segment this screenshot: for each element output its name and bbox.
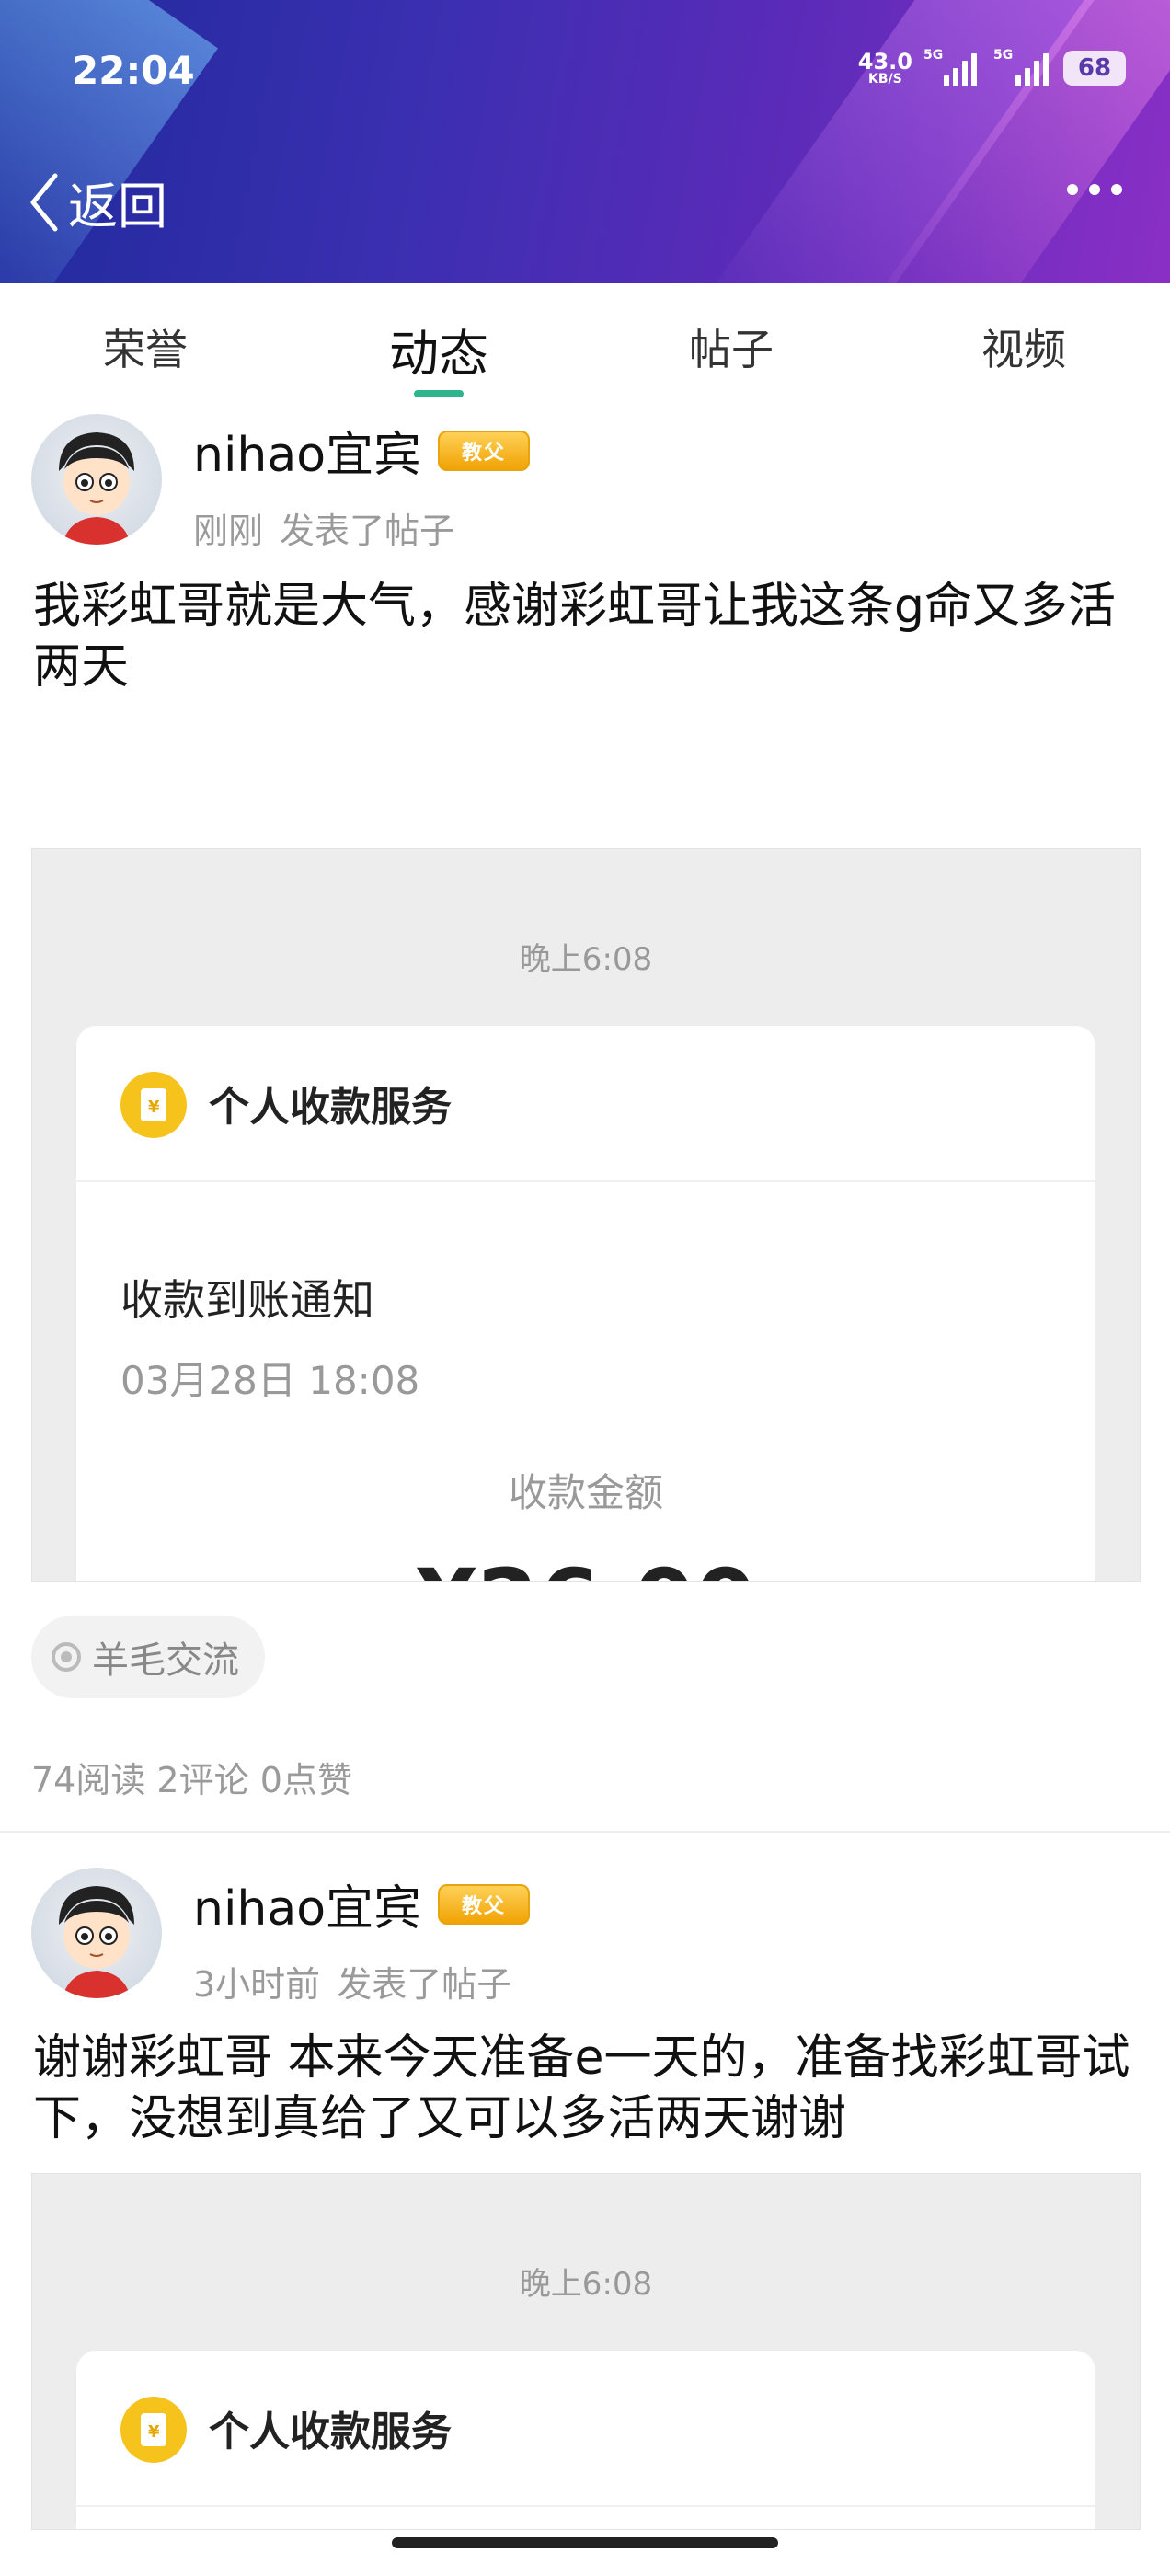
battery-icon: 68 [1063, 51, 1126, 86]
topic-icon [52, 1642, 81, 1672]
tab-posts[interactable]: 帖子 [689, 316, 774, 377]
tab-bar: 荣誉 动态 帖子 视频 [0, 283, 1170, 397]
amount-value: ¥26.00 [76, 1550, 1095, 1581]
tab-honor[interactable]: 荣誉 [103, 316, 188, 377]
signal-icon-2: 5G [992, 48, 1049, 86]
post-stats: 74阅读 2评论 0点赞 [31, 1760, 352, 1800]
status-time: 22:04 [72, 48, 195, 93]
tab-activity[interactable]: 动态 [389, 313, 488, 385]
more-dots-icon[interactable] [1067, 184, 1122, 195]
post-image[interactable]: 晚上6:08 ¥ 个人收款服务 [31, 2173, 1141, 2530]
post-image[interactable]: 晚上6:08 ¥ 个人收款服务 收款到账通知 03月28日 18:08 收款金额… [31, 848, 1141, 1582]
post-meta: 刚刚 发表了帖子 [193, 511, 455, 551]
notice-title: 收款到账通知 [120, 1275, 374, 1325]
post-meta: 3小时前 发表了帖子 [193, 1964, 512, 2005]
service-title: 个人收款服务 [209, 2409, 452, 2455]
signal-icon: 5G [923, 48, 977, 86]
status-icons: 43.0 KB/S 5G 5G 68 [857, 48, 1126, 86]
amount-label: 收款金额 [508, 1470, 663, 1515]
network-speed: 43.0 KB/S [857, 49, 912, 86]
image-time: 晚上6:08 [519, 941, 653, 978]
back-label: 返回 [68, 178, 167, 236]
image-time: 晚上6:08 [519, 2266, 653, 2303]
app-header: 22:04 43.0 KB/S 5G 5G 68 返回 [0, 0, 1170, 283]
back-button[interactable]: 返回 [28, 166, 167, 238]
avatar[interactable] [31, 414, 162, 545]
rank-badge: 教父 [438, 1883, 531, 1925]
divider [0, 1831, 1170, 1833]
post-text[interactable]: 谢谢彩虹哥 本来今天准备e一天的，准备找彩虹哥试下，没想到真给了又可以多活两天谢… [33, 2028, 1137, 2149]
rank-badge: 教父 [438, 430, 531, 471]
post-text[interactable]: 我彩虹哥就是大气，感谢彩虹哥让我这条g命又多活两天 [33, 576, 1137, 697]
chevron-left-icon [30, 173, 58, 231]
yuan-coin-icon: ¥ [120, 2397, 187, 2463]
topic-tag[interactable]: 羊毛交流 [31, 1616, 265, 1698]
notice-date: 03月28日 18:08 [120, 1358, 420, 1403]
username[interactable]: nihao宜宾 教父 [193, 1869, 531, 1938]
tab-videos[interactable]: 视频 [981, 316, 1066, 377]
active-tab-indicator [414, 390, 464, 397]
payment-card: ¥ 个人收款服务 [76, 2351, 1095, 2529]
service-title: 个人收款服务 [209, 1084, 452, 1131]
home-indicator[interactable] [392, 2537, 778, 2548]
avatar[interactable] [31, 1868, 162, 1998]
username[interactable]: nihao宜宾 教父 [193, 416, 531, 485]
yuan-coin-icon: ¥ [120, 1072, 187, 1138]
payment-card: ¥ 个人收款服务 收款到账通知 03月28日 18:08 收款金额 ¥26.00 [76, 1026, 1095, 1581]
